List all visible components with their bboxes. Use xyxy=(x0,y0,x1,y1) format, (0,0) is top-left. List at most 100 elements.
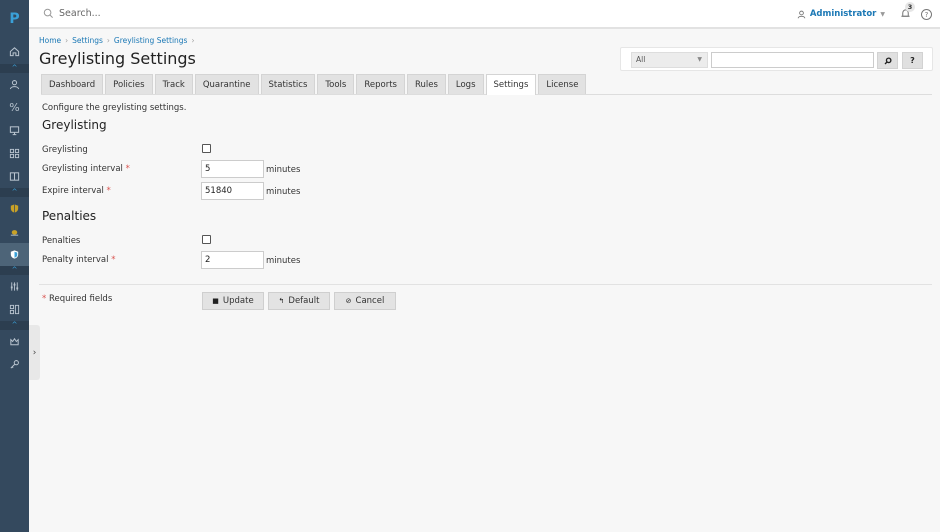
search-button[interactable] xyxy=(877,52,898,69)
breadcrumb-home[interactable]: Home xyxy=(39,36,61,45)
sidebar-item-users[interactable] xyxy=(0,73,29,96)
cancel-icon: ⊘ xyxy=(345,297,352,305)
grid-icon xyxy=(9,148,20,159)
breadcrumb-separator: › xyxy=(106,36,110,45)
cancel-button-label: Cancel xyxy=(355,296,385,306)
breadcrumb-separator: › xyxy=(65,36,69,45)
penalty-interval-label-text: Penalty interval xyxy=(42,255,109,265)
tab-dashboard[interactable]: Dashboard xyxy=(41,74,104,94)
required-marker: * xyxy=(111,255,116,265)
form-description: Configure the greylisting settings. xyxy=(42,103,187,113)
required-marker: * xyxy=(125,164,130,174)
tab-track[interactable]: Track xyxy=(154,74,193,94)
crown-icon xyxy=(10,337,19,346)
global-search-input[interactable]: Search... xyxy=(59,8,101,19)
tab-policies[interactable]: Policies xyxy=(105,74,153,94)
expire-interval-unit: minutes xyxy=(266,187,301,197)
modules-icon xyxy=(9,304,20,315)
section-toggle[interactable]: ^ xyxy=(0,266,29,275)
greylisting-checkbox[interactable] xyxy=(202,144,211,153)
notifications-button[interactable]: 3 xyxy=(900,2,915,22)
page-title: Greylisting Settings xyxy=(39,49,196,68)
search-help-button[interactable]: ? xyxy=(902,52,923,69)
default-button-label: Default xyxy=(288,296,320,306)
search-icon xyxy=(884,56,892,64)
expire-interval-label: Expire interval * xyxy=(42,186,111,196)
form-divider xyxy=(39,284,932,285)
greylisting-interval-input[interactable]: 5 xyxy=(201,160,264,178)
global-search[interactable]: Search... xyxy=(43,8,101,19)
save-icon: ■ xyxy=(212,297,219,305)
greylisting-interval-label-text: Greylisting interval xyxy=(42,164,123,174)
update-button[interactable]: ■ Update xyxy=(202,292,264,310)
book-icon xyxy=(9,172,20,181)
expire-interval-label-text: Expire interval xyxy=(42,186,104,196)
breadcrumb-separator: › xyxy=(191,36,195,45)
sidebar-item-shield-yellow[interactable] xyxy=(0,197,29,220)
greylisting-heading: Greylisting xyxy=(42,118,107,132)
percent-icon: % xyxy=(9,101,20,114)
sidebar-expand-button[interactable]: › xyxy=(29,325,40,380)
shield-check-icon xyxy=(10,250,19,259)
cancel-button[interactable]: ⊘ Cancel xyxy=(334,292,396,310)
sidebar-item-apps[interactable] xyxy=(0,142,29,165)
greylisting-label: Greylisting xyxy=(42,145,88,155)
monitor-icon xyxy=(9,126,20,136)
notification-badge: 3 xyxy=(905,2,915,12)
section-toggle[interactable]: ^ xyxy=(0,188,29,197)
required-note-text: Required fields xyxy=(48,294,113,304)
sliders-icon xyxy=(10,282,19,291)
sidebar-item-monitor[interactable] xyxy=(0,119,29,142)
tab-settings[interactable]: Settings xyxy=(485,74,537,95)
sidebar-item-home[interactable] xyxy=(0,38,29,64)
tab-rules[interactable]: Rules xyxy=(406,74,446,94)
tab-bar: Dashboard Policies Track Quarantine Stat… xyxy=(41,74,932,95)
help-icon[interactable]: ? xyxy=(921,9,932,20)
tab-license[interactable]: License xyxy=(538,74,587,94)
tab-statistics[interactable]: Statistics xyxy=(260,74,316,94)
search-panel: All ▼ ? xyxy=(620,47,933,71)
topbar: Search... Administrator ▼ 3 ? xyxy=(29,0,940,29)
sidebar: P ^ % ^ ^ ^ xyxy=(0,0,29,532)
breadcrumb: Home › Settings › Greylisting Settings › xyxy=(39,36,198,45)
scope-select[interactable]: All ▼ xyxy=(631,52,708,68)
sidebar-item-crown[interactable] xyxy=(0,330,29,353)
breadcrumb-greylisting[interactable]: Greylisting Settings xyxy=(114,36,188,45)
penalties-heading: Penalties xyxy=(42,209,97,223)
expire-interval-input[interactable]: 51840 xyxy=(201,182,264,200)
scope-select-value: All xyxy=(636,55,646,64)
sidebar-item-book[interactable] xyxy=(0,165,29,188)
section-toggle[interactable]: ^ xyxy=(0,321,29,330)
section-toggle[interactable]: ^ xyxy=(0,64,29,73)
user-menu[interactable]: Administrator ▼ xyxy=(797,9,885,19)
default-button[interactable]: ↰ Default xyxy=(268,292,330,310)
chevron-down-icon: ▼ xyxy=(697,56,702,63)
penalty-interval-input[interactable]: 2 xyxy=(201,251,264,269)
undo-icon: ↰ xyxy=(278,297,285,305)
user-icon xyxy=(9,80,20,90)
user-name: Administrator xyxy=(809,9,877,19)
search-icon xyxy=(43,8,53,18)
tab-quarantine[interactable]: Quarantine xyxy=(194,74,259,94)
tab-tools[interactable]: Tools xyxy=(317,74,355,94)
required-marker: * xyxy=(106,186,111,196)
sidebar-item-sliders[interactable] xyxy=(0,275,29,298)
penalties-label: Penalties xyxy=(42,236,81,246)
tab-logs[interactable]: Logs xyxy=(447,74,484,94)
sidebar-item-key[interactable] xyxy=(0,353,29,376)
penalties-checkbox[interactable] xyxy=(202,235,211,244)
sidebar-item-percent[interactable]: % xyxy=(0,96,29,119)
breadcrumb-settings[interactable]: Settings xyxy=(72,36,103,45)
app-logo[interactable]: P xyxy=(0,0,29,38)
search-input[interactable] xyxy=(711,52,874,68)
penalty-interval-unit: minutes xyxy=(266,256,301,266)
chevron-down-icon: ▼ xyxy=(880,10,885,18)
sidebar-item-modules[interactable] xyxy=(0,298,29,321)
shield-icon xyxy=(10,204,19,213)
sidebar-item-bug[interactable] xyxy=(0,220,29,243)
required-marker: * xyxy=(42,294,47,304)
home-icon xyxy=(9,46,20,56)
tab-reports[interactable]: Reports xyxy=(356,74,405,94)
greylisting-interval-unit: minutes xyxy=(266,165,301,175)
sidebar-item-shield-blue[interactable] xyxy=(0,243,29,266)
